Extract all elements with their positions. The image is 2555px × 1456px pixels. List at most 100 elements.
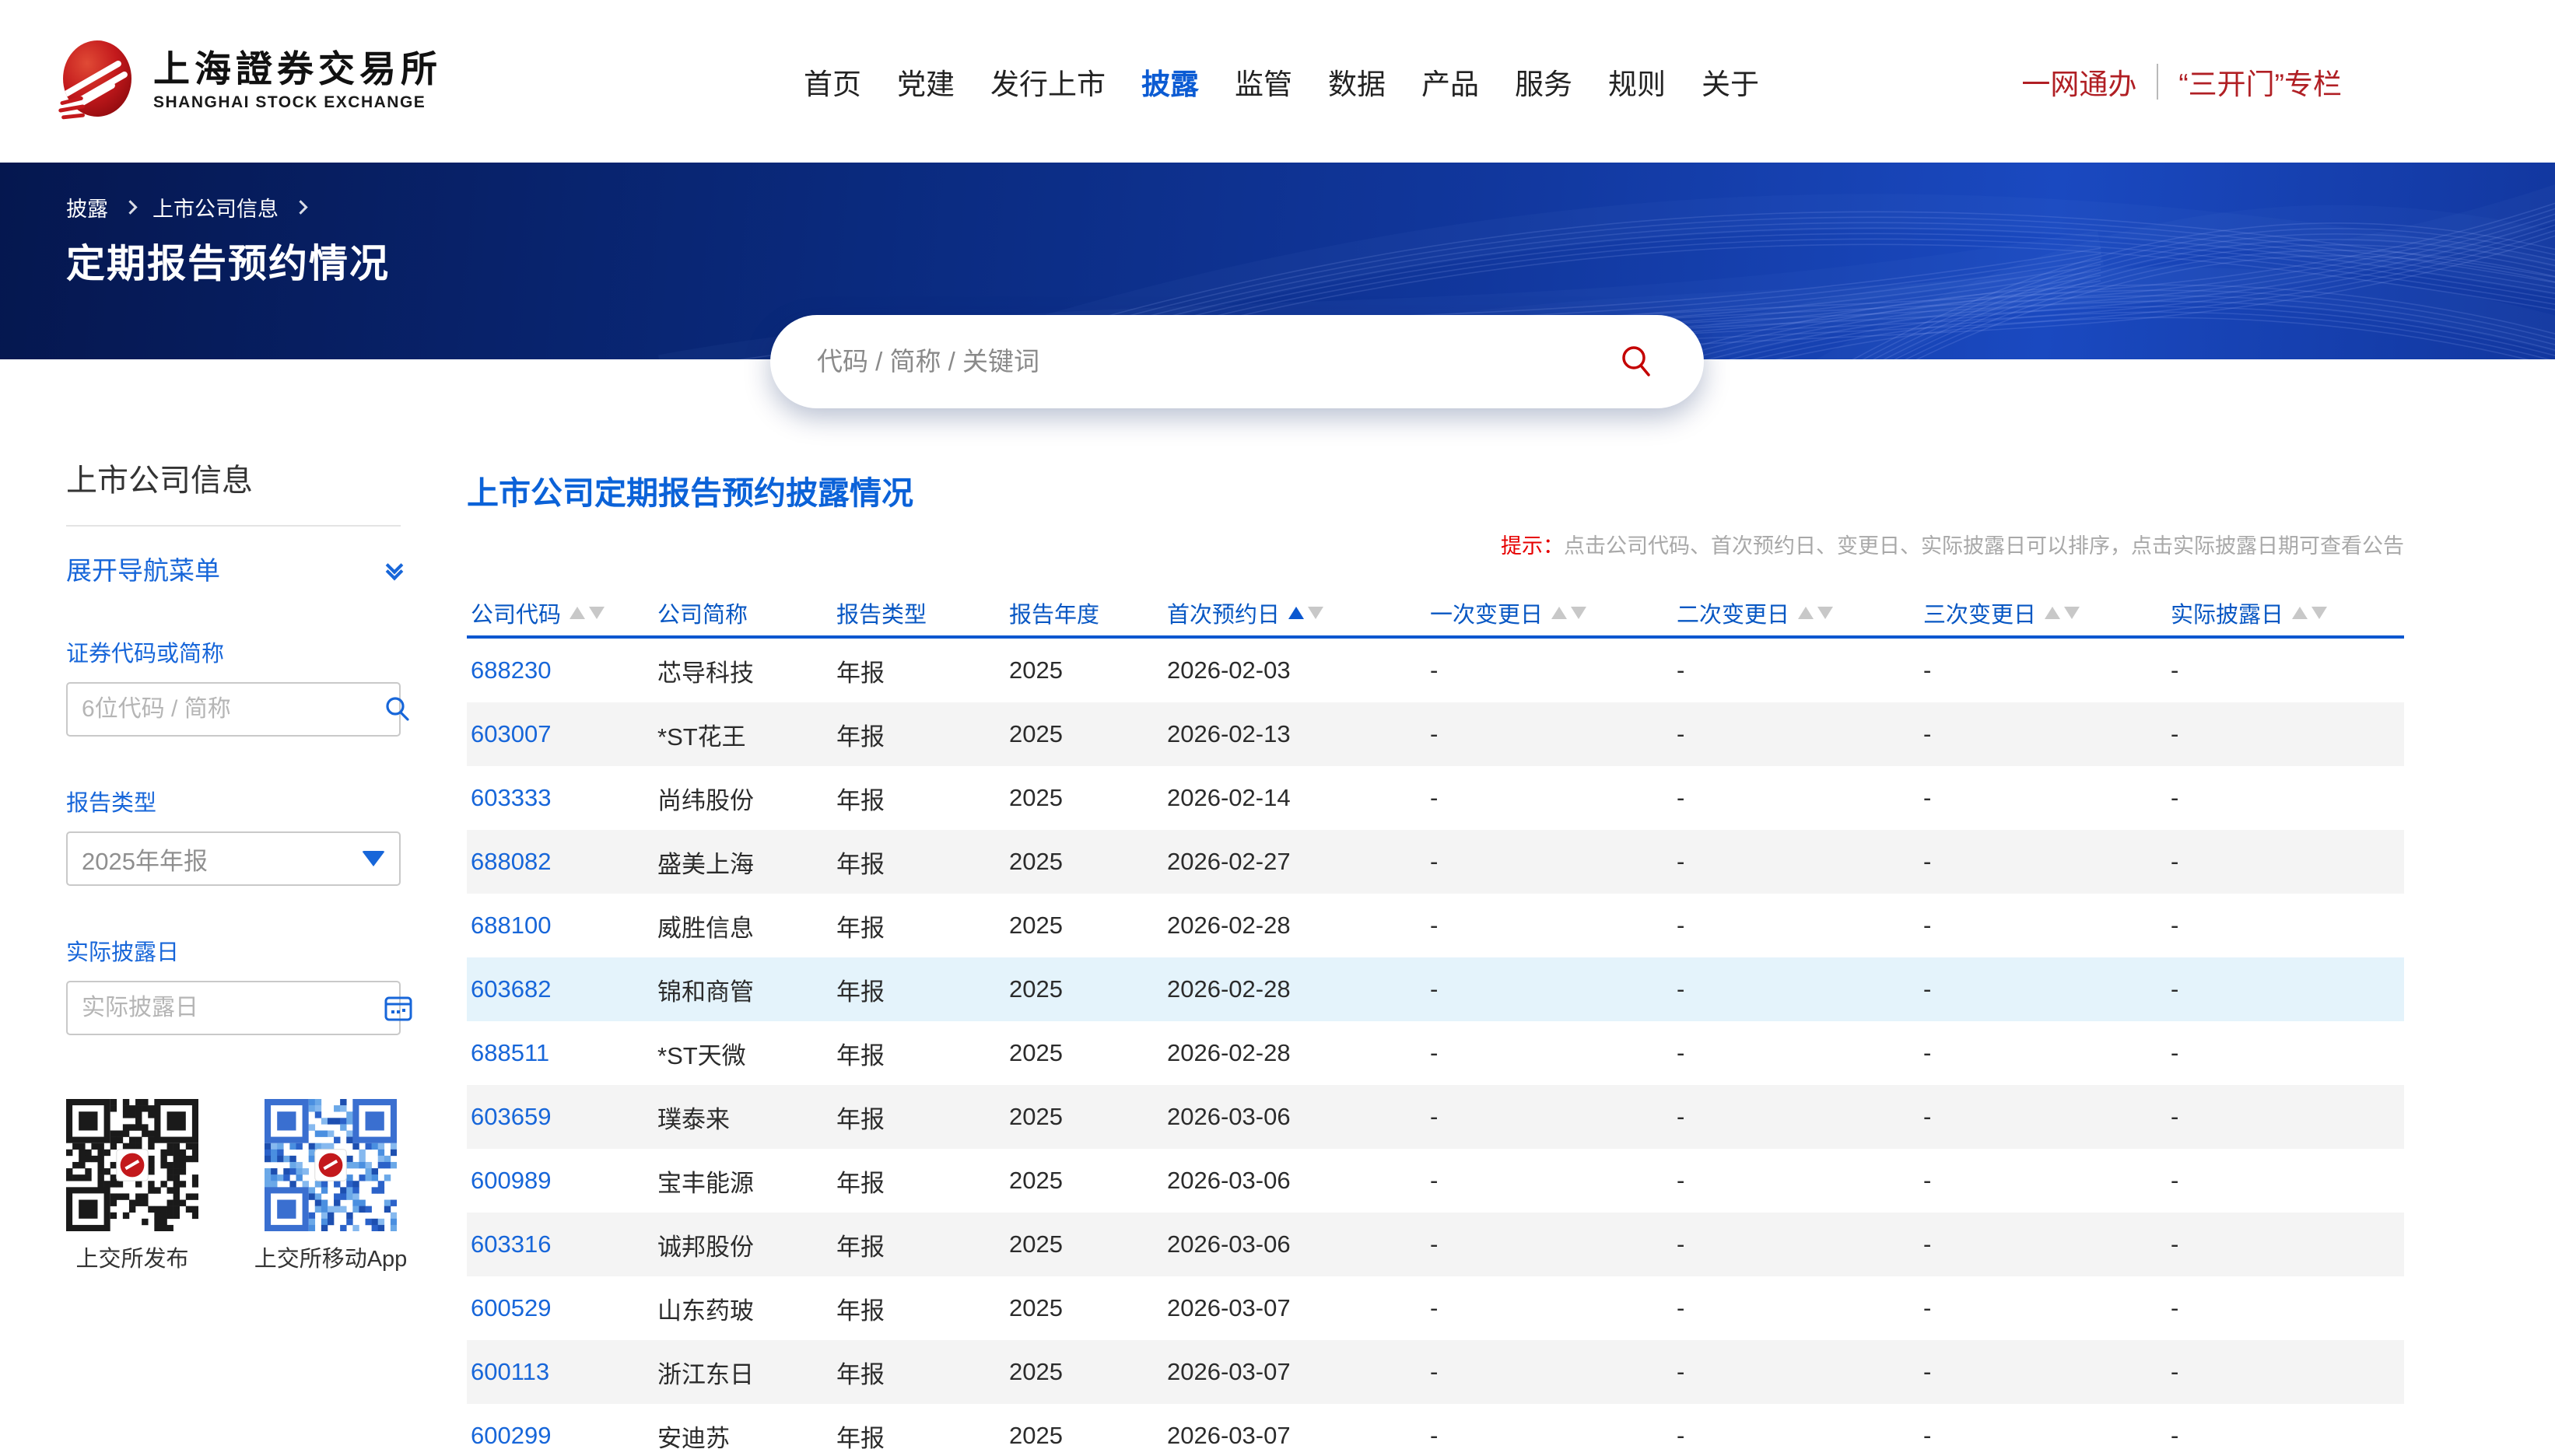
nav-item-4[interactable]: 披露 xyxy=(1141,61,1199,103)
qr-box-1: 上交所发布 xyxy=(66,1099,198,1273)
calendar-icon[interactable] xyxy=(382,992,415,1024)
cell-year: 2025 xyxy=(1009,1103,1167,1131)
search-icon[interactable] xyxy=(1617,341,1657,382)
quick-link-1[interactable]: 一网通办 xyxy=(2021,61,2136,103)
cell-code[interactable]: 688511 xyxy=(471,1039,657,1067)
cell-type: 年报 xyxy=(836,717,1009,752)
cell-code[interactable]: 600529 xyxy=(471,1294,657,1322)
security-code-input[interactable] xyxy=(82,696,382,723)
page: 上海證券交易所 SHANGHAI STOCK EXCHANGE 首页党建发行上市… xyxy=(0,0,2555,1456)
sort-arrows-icon xyxy=(1798,607,1833,619)
column-header-5[interactable]: 首次预约日 xyxy=(1167,597,1430,629)
report-type-value: 2025年年报 xyxy=(82,842,362,877)
nav-item-9[interactable]: 规则 xyxy=(1608,61,1666,103)
qr-code-sse-wechat xyxy=(66,1099,198,1231)
cell-first: 2026-03-06 xyxy=(1167,1103,1430,1131)
sse-logo[interactable]: 上海證券交易所 SHANGHAI STOCK EXCHANGE xyxy=(58,38,442,125)
hint-prefix: 提示： xyxy=(1501,534,1564,558)
cell-code[interactable]: 600113 xyxy=(471,1358,657,1386)
cell-name: 芯导科技 xyxy=(657,653,836,688)
cell-c3: - xyxy=(1923,1230,2171,1258)
table-header: 公司代码公司简称报告类型报告年度首次预约日一次变更日二次变更日三次变更日实际披露… xyxy=(467,590,2404,639)
report-type-select[interactable]: 2025年年报 xyxy=(66,831,401,886)
quick-link-2[interactable]: “三开门”专栏 xyxy=(2178,61,2342,103)
cell-code[interactable]: 688082 xyxy=(471,848,657,876)
cell-first: 2026-02-13 xyxy=(1167,720,1430,748)
cell-actual: - xyxy=(2171,1039,2404,1067)
cell-year: 2025 xyxy=(1009,1358,1167,1386)
column-header-4: 报告年度 xyxy=(1009,597,1167,629)
section-title: 上市公司定期报告预约披露情况 xyxy=(467,455,2404,513)
cell-code[interactable]: 603682 xyxy=(471,975,657,1003)
chevron-double-down-icon xyxy=(388,559,401,578)
quick-links-divider xyxy=(2157,64,2158,100)
search-icon[interactable] xyxy=(382,694,413,725)
cell-c1: - xyxy=(1430,912,1677,940)
cell-name: 诚邦股份 xyxy=(657,1227,836,1262)
column-header-8[interactable]: 三次变更日 xyxy=(1923,597,2171,629)
column-header-9[interactable]: 实际披露日 xyxy=(2171,597,2404,629)
breadcrumb-item-2[interactable]: 上市公司信息 xyxy=(152,192,279,222)
nav-item-10[interactable]: 关于 xyxy=(1702,61,1759,103)
cell-code[interactable]: 688230 xyxy=(471,656,657,684)
cell-name: 安迪苏 xyxy=(657,1419,836,1454)
column-header-label: 一次变更日 xyxy=(1430,597,1543,629)
cell-c3: - xyxy=(1923,1294,2171,1322)
breadcrumb-item-1[interactable]: 披露 xyxy=(66,192,108,222)
column-header-label: 公司简称 xyxy=(657,597,748,629)
cell-code[interactable]: 603007 xyxy=(471,720,657,748)
cell-c2: - xyxy=(1677,975,1923,1003)
nav-item-7[interactable]: 产品 xyxy=(1421,61,1479,103)
global-search-bar xyxy=(770,315,1704,408)
table-row: 600299安迪苏年报20252026-03-07---- xyxy=(467,1404,2404,1456)
expand-nav-menu-button[interactable]: 展开导航菜单 xyxy=(66,550,401,587)
cell-year: 2025 xyxy=(1009,784,1167,812)
cell-actual: - xyxy=(2171,1103,2404,1131)
cell-code[interactable]: 600989 xyxy=(471,1167,657,1195)
actual-date-input[interactable] xyxy=(82,995,382,1021)
nav-item-1[interactable]: 首页 xyxy=(804,61,861,103)
cell-actual: - xyxy=(2171,1230,2404,1258)
cell-actual: - xyxy=(2171,848,2404,876)
sort-hint: 提示：点击公司代码、首次预约日、变更日、实际披露日可以排序，点击实际披露日期可查… xyxy=(467,529,2404,559)
brand-name-cn: 上海證券交易所 xyxy=(153,51,442,89)
cell-year: 2025 xyxy=(1009,1294,1167,1322)
sse-logo-icon xyxy=(58,38,136,125)
table-row: 603682锦和商管年报20252026-02-28---- xyxy=(467,957,2404,1021)
cell-c2: - xyxy=(1677,1039,1923,1067)
sort-asc-icon xyxy=(2045,607,2060,619)
cell-first: 2026-02-28 xyxy=(1167,912,1430,940)
cell-code[interactable]: 603316 xyxy=(471,1230,657,1258)
column-header-6[interactable]: 一次变更日 xyxy=(1430,597,1677,629)
cell-code[interactable]: 600299 xyxy=(471,1422,657,1450)
cell-first: 2026-02-28 xyxy=(1167,1039,1430,1067)
cell-type: 年报 xyxy=(836,1227,1009,1262)
cell-c1: - xyxy=(1430,784,1677,812)
nav-item-2[interactable]: 党建 xyxy=(897,61,955,103)
nav-item-3[interactable]: 发行上市 xyxy=(990,61,1106,103)
nav-item-6[interactable]: 数据 xyxy=(1328,61,1386,103)
cell-code[interactable]: 603659 xyxy=(471,1103,657,1131)
cell-c1: - xyxy=(1430,975,1677,1003)
cell-c3: - xyxy=(1923,720,2171,748)
column-header-7[interactable]: 二次变更日 xyxy=(1677,597,1923,629)
nav-item-8[interactable]: 服务 xyxy=(1515,61,1572,103)
global-search-input[interactable] xyxy=(817,347,1617,376)
cell-c3: - xyxy=(1923,656,2171,684)
cell-code[interactable]: 603333 xyxy=(471,784,657,812)
table-row: 688100威胜信息年报20252026-02-28---- xyxy=(467,894,2404,957)
cell-name: 浙江东日 xyxy=(657,1355,836,1390)
breadcrumb: 披露 上市公司信息 xyxy=(66,192,309,222)
column-header-1[interactable]: 公司代码 xyxy=(471,597,657,629)
cell-first: 2026-03-06 xyxy=(1167,1230,1430,1258)
cell-name: 宝丰能源 xyxy=(657,1164,836,1199)
cell-c2: - xyxy=(1677,1358,1923,1386)
cell-code[interactable]: 688100 xyxy=(471,912,657,940)
cell-c2: - xyxy=(1677,1167,1923,1195)
cell-c3: - xyxy=(1923,1167,2171,1195)
cell-type: 年报 xyxy=(836,845,1009,880)
cell-type: 年报 xyxy=(836,653,1009,688)
sort-asc-icon xyxy=(1288,607,1304,619)
sort-asc-icon xyxy=(1798,607,1814,619)
nav-item-5[interactable]: 监管 xyxy=(1235,61,1292,103)
